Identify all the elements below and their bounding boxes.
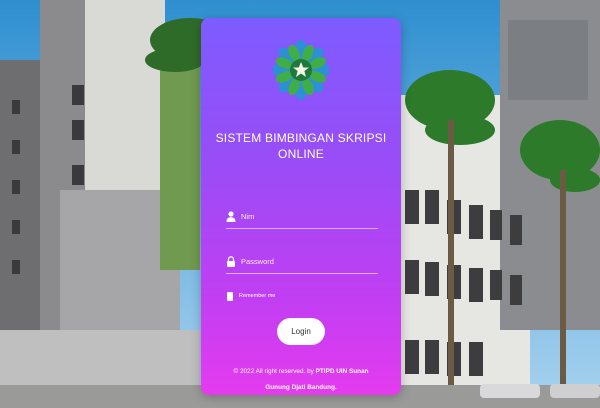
password-input[interactable]	[241, 252, 376, 270]
lock-icon	[227, 256, 235, 267]
footer-prefix: © 2022 All right reserved. by	[233, 368, 316, 375]
title-line-1: SISTEM BIMBINGAN SKRIPSI	[215, 131, 387, 145]
uin-star-logo	[273, 40, 329, 100]
title-line-2: ONLINE	[278, 147, 324, 161]
user-icon	[226, 211, 236, 222]
remember-label: Remember me	[239, 293, 276, 299]
login-button[interactable]: Login	[277, 318, 325, 345]
password-field	[226, 251, 378, 274]
footer-org-1: PTIPD UIN Sunan	[315, 368, 369, 375]
footer-org-2: Gunung Djati Bandung.	[265, 384, 337, 391]
remember-me[interactable]: Remember me	[227, 290, 275, 302]
nim-field	[226, 206, 378, 229]
remember-checkbox[interactable]	[227, 291, 233, 301]
nim-input[interactable]	[241, 207, 376, 225]
page-title: SISTEM BIMBINGAN SKRIPSI ONLINE	[201, 130, 401, 162]
footer-copyright: © 2022 All right reserved. by PTIPD UIN …	[223, 364, 379, 396]
login-card: SISTEM BIMBINGAN SKRIPSI ONLINE Remember…	[201, 18, 401, 395]
